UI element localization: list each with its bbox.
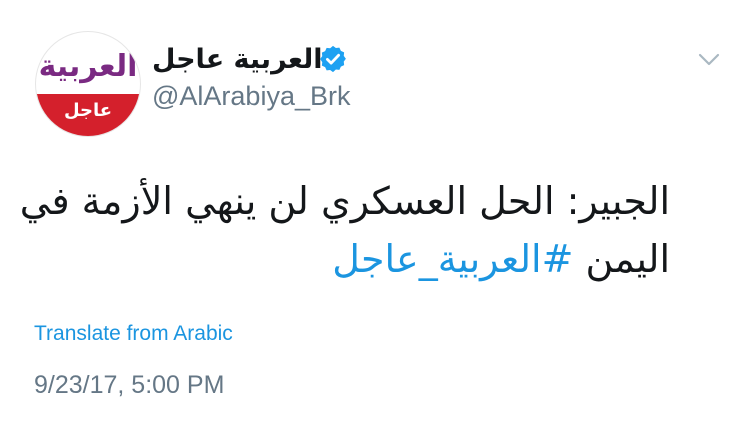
tweet-text-line-2-plain: اليمن — [573, 237, 671, 281]
display-name[interactable]: العربية عاجل — [152, 44, 323, 76]
tweet-text-line-1: الجبير: الحل العسكري لن ينهي الأزمة في — [19, 179, 670, 223]
avatar-logo-text: العربية — [38, 49, 138, 84]
avatar-band: عاجل — [36, 94, 140, 136]
hashtag-link[interactable]: #العربية_عاجل — [332, 237, 573, 281]
chevron-down-icon[interactable] — [698, 52, 720, 68]
timestamp[interactable]: 9/23/17, 5:00 PM — [34, 371, 224, 400]
tweet-card: العربية عاجل العربية عاجل @AlArabiya_Brk… — [0, 0, 749, 438]
verified-badge-icon — [320, 45, 346, 73]
avatar[interactable]: العربية عاجل — [36, 32, 140, 136]
avatar-band-text: عاجل — [63, 100, 113, 121]
translate-link[interactable]: Translate from Arabic — [34, 322, 233, 346]
tweet-text-line-2: اليمن #العربية_عاجل — [30, 230, 670, 288]
tweet-text: الجبير: الحل العسكري لن ينهي الأزمة في ا… — [19, 172, 670, 288]
user-handle[interactable]: @AlArabiya_Brk — [152, 80, 350, 112]
